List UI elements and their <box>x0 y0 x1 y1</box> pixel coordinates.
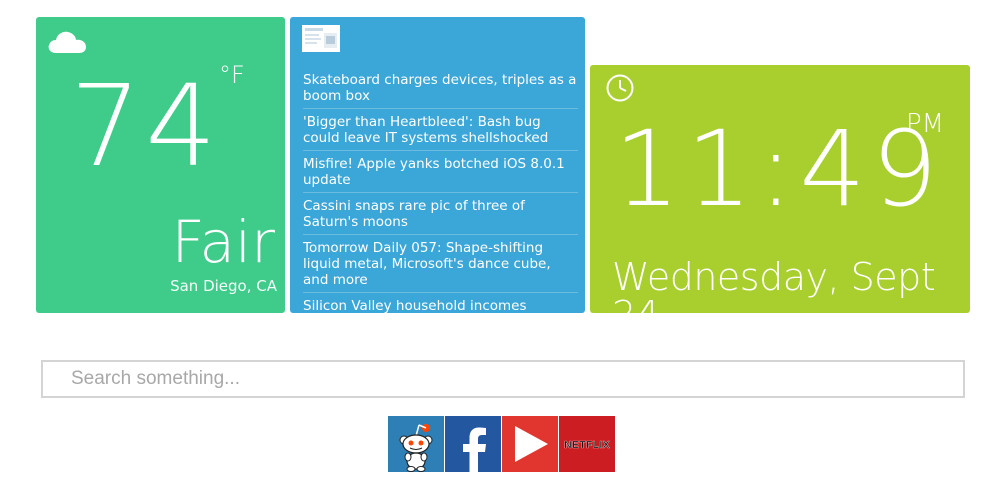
news-item[interactable]: Silicon Valley household incomes <box>303 296 578 313</box>
youtube-icon <box>515 426 548 462</box>
news-item[interactable]: Misfire! Apple yanks botched iOS 8.0.1 u… <box>303 154 578 193</box>
temperature-unit: °F <box>219 61 245 89</box>
news-item[interactable]: 'Bigger than Heartbleed': Bash bug could… <box>303 112 578 151</box>
clock-date: Wednesday, Sept 24 <box>612 255 936 337</box>
facebook-link[interactable] <box>445 416 501 472</box>
weather-condition: Fair <box>171 208 275 276</box>
reddit-link[interactable] <box>388 416 444 472</box>
netflix-wordmark: NETFLIX <box>564 439 610 451</box>
cloud-icon <box>48 31 86 53</box>
news-tile: Skateboard charges devices, triples as a… <box>290 17 585 313</box>
netflix-icon: NETFLIX <box>564 439 610 451</box>
netflix-link[interactable]: NETFLIX <box>559 416 615 472</box>
clock-time: 11:49 <box>614 108 944 230</box>
news-item[interactable]: Skateboard charges devices, triples as a… <box>303 70 578 109</box>
news-item[interactable]: Cassini snaps rare pic of three of Satur… <box>303 196 578 235</box>
temperature-value: 74 <box>70 62 221 192</box>
dashboard: 74 °F Fair San Diego, CA Skateboard char… <box>0 0 1000 486</box>
clock-ampm: PM <box>906 109 945 139</box>
facebook-icon <box>463 427 486 472</box>
reddit-icon <box>399 424 433 472</box>
news-item[interactable]: Tomorrow Daily 057: Shape-shifting liqui… <box>303 238 578 293</box>
news-thumbnail-icon <box>302 25 340 52</box>
search-input[interactable] <box>41 360 965 398</box>
weather-location: San Diego, CA <box>170 277 277 295</box>
quick-links: NETFLIX <box>388 416 615 472</box>
weather-tile[interactable]: 74 °F Fair San Diego, CA <box>36 17 285 313</box>
news-list: Skateboard charges devices, triples as a… <box>303 70 578 313</box>
clock-tile: 11:49 PM Wednesday, Sept 24 <box>590 65 970 334</box>
youtube-link[interactable] <box>502 416 558 472</box>
clock-icon <box>606 74 634 102</box>
